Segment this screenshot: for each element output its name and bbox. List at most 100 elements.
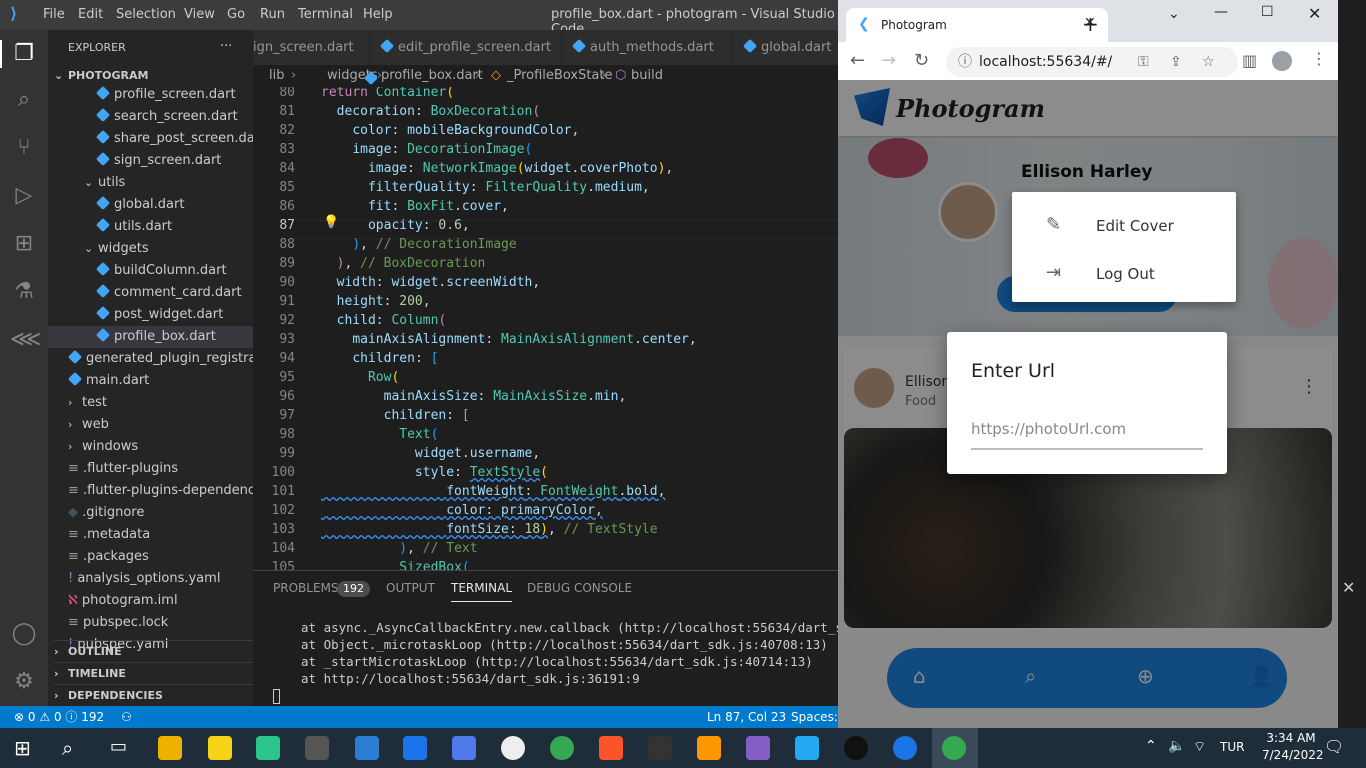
menu-terminal[interactable]: Terminal xyxy=(298,7,353,22)
flutter-icon[interactable]: ⋘ xyxy=(10,326,41,354)
explorer-item[interactable]: profile_screen.dart xyxy=(48,84,253,106)
maximize-icon[interactable]: ☐ xyxy=(1261,4,1274,20)
breadcrumb-file[interactable]: profile_box.dart xyxy=(381,65,483,87)
explorer-item[interactable]: ℵ photogram.iml xyxy=(48,590,253,612)
mail-icon[interactable] xyxy=(403,736,427,760)
share-icon[interactable]: ⇪ xyxy=(1170,47,1182,77)
explorer-item[interactable]: › test xyxy=(48,392,253,414)
task-view-icon[interactable]: ▭ xyxy=(110,736,127,757)
url-input[interactable]: https://photoUrl.com xyxy=(971,414,1203,450)
menu-run[interactable]: Run xyxy=(260,7,285,22)
explorer-item[interactable]: ◆ .gitignore xyxy=(48,502,253,524)
settings-gear-icon[interactable]: ⚙ xyxy=(10,668,38,696)
search-icon[interactable]: ⌕ xyxy=(10,86,38,114)
explorer-item[interactable]: global.dart xyxy=(48,194,253,216)
explorer-item[interactable]: ⌄ utils xyxy=(48,172,253,194)
reload-icon[interactable]: ↻ xyxy=(914,50,929,71)
clock-time[interactable]: 3:34 AM xyxy=(1262,731,1320,745)
sticky-notes-icon[interactable] xyxy=(208,736,232,760)
explorer-item[interactable]: ≡ .flutter-plugins-dependencies xyxy=(48,480,253,502)
back-icon[interactable]: ← xyxy=(850,50,865,71)
chrome-active-icon[interactable] xyxy=(942,736,966,760)
tab-sign-screen[interactable]: ign_screen.dart xyxy=(253,30,369,65)
menu-edit[interactable]: Edit xyxy=(78,7,103,22)
file-explorer-icon[interactable] xyxy=(158,736,182,760)
outline-section[interactable]: › OUTLINE xyxy=(54,640,253,662)
explorer-item[interactable]: sign_screen.dart xyxy=(48,150,253,172)
brave-icon[interactable] xyxy=(599,736,623,760)
browser-tab[interactable]: ❮ Photogram ✕ xyxy=(846,8,1108,42)
run-debug-icon[interactable]: ▷ xyxy=(10,182,38,210)
volume-icon[interactable]: 🔈 xyxy=(1168,738,1185,754)
tab-search-icon[interactable]: ⌄ xyxy=(1168,6,1180,22)
davinci-icon[interactable] xyxy=(648,736,672,760)
tab-edit-profile-screen[interactable]: edit_profile_screen.dart xyxy=(370,30,561,65)
remote-icon[interactable]: ⚇ xyxy=(121,706,132,728)
office-icon[interactable] xyxy=(355,736,379,760)
minimize-icon[interactable]: — xyxy=(1214,4,1228,20)
explorer-item[interactable]: ≡ .packages xyxy=(48,546,253,568)
taskbar-search-icon[interactable]: ⌕ xyxy=(62,736,73,760)
android-app-icon[interactable] xyxy=(256,736,280,760)
tab-problems[interactable]: PROBLEMS xyxy=(273,581,339,595)
n-app-icon[interactable] xyxy=(893,736,917,760)
address-bar[interactable]: ⓘ localhost:55634/#/ ⚿ ⇪ ☆ xyxy=(946,47,1238,77)
explorer-item[interactable]: ≡ .flutter-plugins xyxy=(48,458,253,480)
breadcrumb-class[interactable]: _ProfileBoxState xyxy=(507,65,613,87)
explorer-item[interactable]: search_screen.dart xyxy=(48,106,253,128)
chrome-icon[interactable] xyxy=(550,736,574,760)
explorer-icon[interactable]: ❐ xyxy=(10,40,38,68)
source-control-icon[interactable]: ⑂ xyxy=(10,134,38,162)
code-editor[interactable]: 80 81 82 83 84 85 86 87 88 89 90 91 92 93 94 95 96 97 98 99… xyxy=(253,87,838,570)
timeline-section[interactable]: › TIMELINE xyxy=(54,662,253,684)
network-icon[interactable]: ⌔ xyxy=(1193,738,1206,756)
explorer-item[interactable]: main.dart xyxy=(48,370,253,392)
chrome-menu-icon[interactable]: ⋮ xyxy=(1311,49,1327,68)
visual-studio-icon[interactable] xyxy=(746,736,770,760)
explorer-item[interactable]: generated_plugin_registra... xyxy=(48,348,253,370)
vscode-taskbar-icon[interactable] xyxy=(795,736,819,760)
menu-view[interactable]: View xyxy=(184,7,215,22)
menu-item-edit-cover[interactable]: Edit Cover xyxy=(1096,217,1174,235)
clock-date[interactable]: 7/24/2022 xyxy=(1262,748,1324,762)
problems-status[interactable]: ⊗ 0 ⚠ 0 ⓘ 192 xyxy=(14,706,104,728)
github-icon[interactable] xyxy=(844,736,868,760)
indentation[interactable]: Spaces: 2 xyxy=(791,706,838,728)
explorer-item[interactable]: profile_box.dart xyxy=(48,326,253,348)
menu-go[interactable]: Go xyxy=(227,7,245,22)
explorer-item[interactable]: › windows xyxy=(48,436,253,458)
explorer-item[interactable]: ! analysis_options.yaml xyxy=(48,568,253,590)
breadcrumb-lib[interactable]: lib xyxy=(269,65,284,87)
testing-icon[interactable]: ⚗ xyxy=(10,278,38,306)
explorer-item[interactable]: › web xyxy=(48,414,253,436)
explorer-item[interactable]: comment_card.dart xyxy=(48,282,253,304)
menu-help[interactable]: Help xyxy=(363,7,393,22)
media-player-icon[interactable] xyxy=(501,736,525,760)
notification-icon[interactable]: 🗨 xyxy=(1324,737,1344,756)
explorer-item[interactable]: post_widget.dart xyxy=(48,304,253,326)
explorer-more-icon[interactable]: ··· xyxy=(220,36,232,58)
extensions-icon[interactable]: ⊞ xyxy=(10,230,38,258)
store-icon[interactable] xyxy=(452,736,476,760)
tab-terminal[interactable]: TERMINAL xyxy=(451,581,513,602)
explorer-item[interactable]: ⌄ widgets xyxy=(48,238,253,260)
explorer-item[interactable]: ≡ pubspec.lock xyxy=(48,612,253,634)
site-info-icon[interactable]: ⓘ xyxy=(958,47,972,77)
tab-output[interactable]: OUTPUT xyxy=(386,581,435,595)
forward-icon[interactable]: → xyxy=(881,50,896,71)
explorer-item[interactable]: buildColumn.dart xyxy=(48,260,253,282)
explorer-item[interactable]: utils.dart xyxy=(48,216,253,238)
terminal-cursor[interactable] xyxy=(273,689,280,704)
menu-item-log-out[interactable]: Log Out xyxy=(1096,265,1155,283)
menu-selection[interactable]: Selection xyxy=(116,7,176,22)
sublime-icon[interactable] xyxy=(697,736,721,760)
profile-avatar[interactable] xyxy=(1272,51,1292,71)
windows-start-icon[interactable]: ⊞ xyxy=(14,736,31,760)
dependencies-section[interactable]: › DEPENDENCIES xyxy=(54,684,253,706)
close-panel-icon[interactable]: ✕ xyxy=(1342,578,1355,597)
key-icon[interactable]: ⚿ xyxy=(1138,47,1149,77)
explorer-item[interactable]: ≡ .metadata xyxy=(48,524,253,546)
cursor-position[interactable]: Ln 87, Col 23 xyxy=(707,706,786,728)
breadcrumb-method[interactable]: build xyxy=(631,65,663,87)
tray-chevron-icon[interactable]: ⌃ xyxy=(1145,738,1157,754)
